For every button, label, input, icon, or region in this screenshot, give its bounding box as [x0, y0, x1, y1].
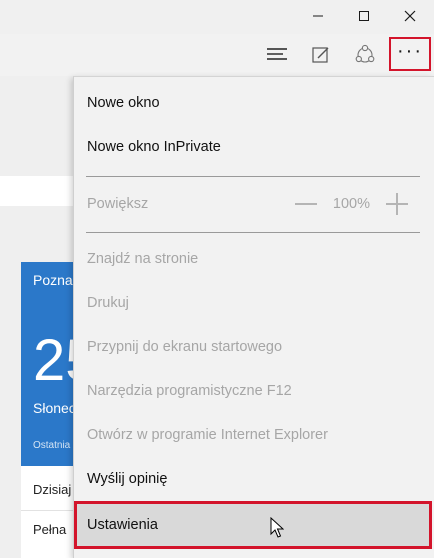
web-note-button[interactable]: [301, 38, 341, 72]
minimize-icon: [313, 15, 323, 17]
menu-item-f12-tools[interactable]: Narzędzia programistyczne F12: [74, 369, 434, 413]
share-icon: [355, 44, 375, 63]
more-actions-button[interactable]: ···: [389, 37, 431, 71]
hub-icon: [267, 48, 287, 60]
menu-item-label: Wyślij opinię: [87, 471, 168, 487]
menu-item-label: Nowe okno: [87, 95, 160, 111]
forecast-item: Pełna: [33, 522, 67, 537]
menu-item-label: Znajdź na stronie: [87, 251, 199, 267]
menu-item-find-on-page[interactable]: Znajdź na stronie: [74, 237, 434, 281]
more-actions-menu: Nowe okno Nowe okno InPrivate Powiększ 1…: [73, 76, 434, 558]
zoom-out-icon[interactable]: [294, 203, 317, 205]
menu-item-label: Nowe okno InPrivate: [87, 139, 221, 155]
menu-item-label: Otwórz w programie Internet Explorer: [87, 427, 328, 443]
menu-item-label: Ustawienia: [87, 517, 158, 533]
weather-city: Pozna: [33, 272, 73, 288]
minimize-button[interactable]: [295, 0, 341, 32]
web-note-icon: [312, 47, 329, 63]
forecast-list: Dzisiaj Pełna: [21, 466, 81, 558]
browser-window: ··· Pozna 25 Słonec Ostatnia Dzisiaj Peł…: [0, 0, 434, 558]
forecast-item: Dzisiaj: [33, 482, 72, 497]
weather-tile[interactable]: Pozna 25 Słonec Ostatnia: [21, 262, 81, 466]
menu-item-new-private-window[interactable]: Nowe okno InPrivate: [74, 125, 434, 169]
menu-divider: [86, 232, 420, 233]
close-button[interactable]: [387, 0, 433, 32]
maximize-button[interactable]: [341, 0, 387, 32]
menu-divider: [86, 176, 420, 177]
weather-condition: Słonec: [33, 400, 76, 416]
menu-item-label: Przypnij do ekranu startowego: [87, 339, 283, 355]
maximize-icon: [359, 11, 369, 21]
menu-item-settings[interactable]: Ustawienia: [74, 501, 432, 549]
menu-item-new-window[interactable]: Nowe okno: [74, 81, 434, 125]
forecast-divider: [21, 510, 81, 511]
browser-toolbar: ···: [0, 34, 434, 76]
zoom-in-icon[interactable]: [386, 193, 408, 215]
menu-item-open-in-ie[interactable]: Otwórz w programie Internet Explorer: [74, 413, 434, 457]
menu-item-pin-to-start[interactable]: Przypnij do ekranu startowego: [74, 325, 434, 369]
share-button[interactable]: [345, 38, 385, 72]
menu-item-label: Narzędzia programistyczne F12: [87, 383, 292, 399]
title-bar: [0, 0, 434, 34]
weather-updated: Ostatnia: [33, 440, 71, 451]
menu-item-label: Drukuj: [87, 295, 129, 311]
menu-item-label: Powiększ: [87, 196, 149, 212]
zoom-level: 100%: [332, 196, 370, 212]
mouse-cursor-icon: [270, 517, 284, 538]
more-icon: ···: [397, 40, 423, 62]
menu-item-send-feedback[interactable]: Wyślij opinię: [74, 457, 434, 501]
close-icon: [404, 10, 416, 22]
hub-button[interactable]: [257, 38, 297, 72]
page-strip: [0, 176, 80, 206]
zoom-controls: 100%: [294, 182, 408, 226]
menu-item-print[interactable]: Drukuj: [74, 281, 434, 325]
menu-item-zoom: Powiększ 100%: [74, 182, 434, 226]
